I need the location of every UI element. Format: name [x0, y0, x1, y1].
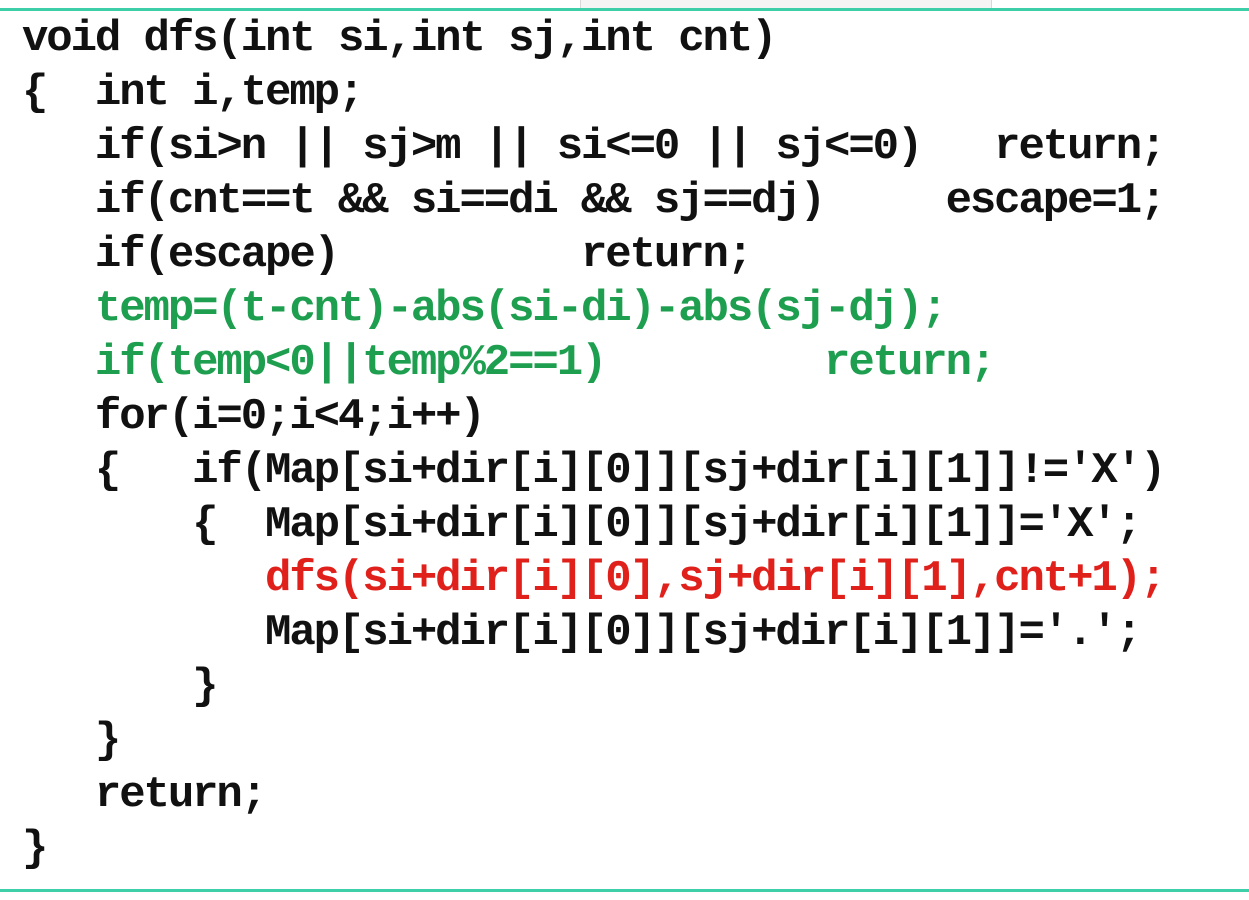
code-line-return: return;: [22, 770, 267, 820]
code-line-escape-return: if(escape) return;: [22, 230, 753, 280]
code-line-goal-check: if(cnt==t && si==di && sj==dj) escape=1;: [22, 176, 1167, 226]
top-divider-rule: [0, 8, 1249, 11]
code-line-parity-prune: if(temp<0||temp%2==1) return;: [22, 338, 996, 388]
code-line-close-function-brace: }: [22, 824, 48, 874]
code-line-unmark-visited: Map[si+dir[i][0]][sj+dir[i][1]]='.';: [22, 608, 1142, 658]
code-block: void dfs(int si,int sj,int cnt){ int i,t…: [22, 12, 1242, 876]
code-line-temp-calc: temp=(t-cnt)-abs(si-di)-abs(sj-dj);: [22, 284, 948, 334]
code-line-bounds-check: if(si>n || sj>m || si<=0 || sj<=0) retur…: [22, 122, 1167, 172]
code-line-close-inner-brace: }: [22, 662, 218, 712]
code-line-mark-visited: { Map[si+dir[i][0]][sj+dir[i][1]]='X';: [22, 500, 1142, 550]
code-line-function-signature: void dfs(int si,int sj,int cnt): [22, 14, 778, 64]
code-line-close-loop-brace: }: [22, 716, 121, 766]
code-line-declarations: { int i,temp;: [22, 68, 364, 118]
bottom-divider-rule: [0, 889, 1249, 892]
code-line-if-not-wall: { if(Map[si+dir[i][0]][sj+dir[i][1]]!='X…: [22, 446, 1167, 496]
code-line-recursive-call: dfs(si+dir[i][0],sj+dir[i][1],cnt+1);: [22, 554, 1166, 604]
code-line-for-loop: for(i=0;i<4;i++): [22, 392, 486, 442]
code-slide: void dfs(int si,int sj,int cnt){ int i,t…: [0, 0, 1249, 900]
